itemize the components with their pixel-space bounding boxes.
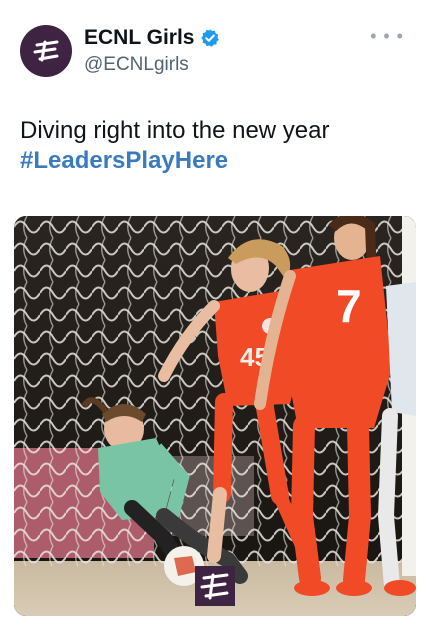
- user-handle[interactable]: @ECNLgirls: [84, 54, 189, 76]
- more-dots-icon[interactable]: • • •: [370, 26, 404, 47]
- display-name[interactable]: ECNL Girls: [84, 26, 194, 50]
- ecnl-watermark-logo: [195, 566, 235, 606]
- hashtag-link[interactable]: #LeadersPlayHere: [20, 146, 228, 176]
- name-row: ECNL Girls: [84, 26, 220, 50]
- soccer-photo: 45 7: [14, 216, 416, 616]
- tweet-header: ECNL Girls @ECNLgirls • • •: [0, 0, 430, 100]
- jersey-number-right: 7: [336, 280, 362, 332]
- profile-avatar[interactable]: [20, 25, 72, 77]
- verified-badge-icon: [201, 29, 220, 47]
- tweet-photo[interactable]: 45 7: [14, 216, 416, 616]
- tweet-body: Diving right into the new year: [20, 117, 330, 144]
- ecnl-logo-icon: [33, 40, 59, 62]
- tweet-text: Diving right into the new year #LeadersP…: [20, 116, 420, 176]
